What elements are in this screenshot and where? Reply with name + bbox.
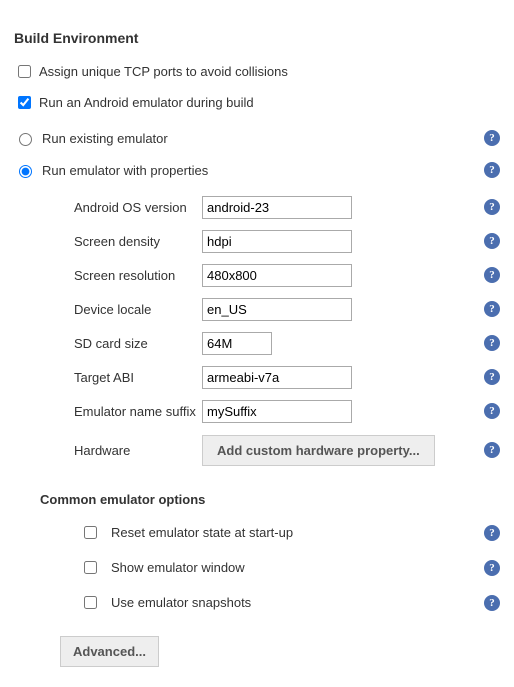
sdcard-input[interactable] [202,332,272,355]
add-hardware-button[interactable]: Add custom hardware property... [202,435,435,466]
locale-row: Device locale ? [74,292,500,326]
locale-label: Device locale [74,302,202,317]
radio-existing-row: Run existing emulator ? [14,122,500,154]
radio-properties[interactable] [19,165,32,178]
help-icon[interactable]: ? [484,301,500,317]
section-title: Build Environment [14,30,500,46]
sdcard-row: SD card size ? [74,326,500,360]
locale-input[interactable] [202,298,352,321]
abi-row: Target ABI ? [74,360,500,394]
help-icon[interactable]: ? [484,199,500,215]
suffix-row: Emulator name suffix ? [74,394,500,428]
os-version-label: Android OS version [74,200,202,215]
common-options-title: Common emulator options [40,492,500,507]
density-row: Screen density ? [74,224,500,258]
suffix-input[interactable] [202,400,352,423]
help-icon[interactable]: ? [484,369,500,385]
help-icon[interactable]: ? [484,267,500,283]
os-version-row: Android OS version ? [74,190,500,224]
hardware-label: Hardware [74,443,202,458]
assign-ports-label: Assign unique TCP ports to avoid collisi… [39,64,288,79]
help-icon[interactable]: ? [484,162,500,178]
help-icon[interactable]: ? [484,233,500,249]
radio-existing[interactable] [19,133,32,146]
help-icon[interactable]: ? [484,525,500,541]
hardware-row: Hardware Add custom hardware property...… [74,428,500,472]
sdcard-label: SD card size [74,336,202,351]
advanced-button[interactable]: Advanced... [60,636,159,667]
snapshots-row: Use emulator snapshots ? [14,585,500,620]
snapshots-checkbox[interactable] [84,596,97,609]
suffix-label: Emulator name suffix [74,404,202,419]
assign-ports-checkbox[interactable] [18,65,31,78]
reset-label: Reset emulator state at start-up [111,525,293,540]
assign-ports-row: Assign unique TCP ports to avoid collisi… [14,56,500,87]
abi-label: Target ABI [74,370,202,385]
abi-input[interactable] [202,366,352,389]
help-icon[interactable]: ? [484,403,500,419]
density-input[interactable] [202,230,352,253]
help-icon[interactable]: ? [484,442,500,458]
resolution-input[interactable] [202,264,352,287]
show-label: Show emulator window [111,560,245,575]
resolution-label: Screen resolution [74,268,202,283]
help-icon[interactable]: ? [484,595,500,611]
run-emulator-label: Run an Android emulator during build [39,95,254,110]
reset-row: Reset emulator state at start-up ? [14,515,500,550]
snapshots-label: Use emulator snapshots [111,595,251,610]
density-label: Screen density [74,234,202,249]
help-icon[interactable]: ? [484,335,500,351]
reset-checkbox[interactable] [84,526,97,539]
os-version-input[interactable] [202,196,352,219]
show-row: Show emulator window ? [14,550,500,585]
help-icon[interactable]: ? [484,560,500,576]
help-icon[interactable]: ? [484,130,500,146]
resolution-row: Screen resolution ? [74,258,500,292]
radio-properties-label: Run emulator with properties [42,163,208,178]
run-emulator-checkbox[interactable] [18,96,31,109]
radio-properties-row: Run emulator with properties ? [14,154,500,186]
radio-existing-label: Run existing emulator [42,131,168,146]
run-emulator-row: Run an Android emulator during build [14,87,500,118]
show-checkbox[interactable] [84,561,97,574]
